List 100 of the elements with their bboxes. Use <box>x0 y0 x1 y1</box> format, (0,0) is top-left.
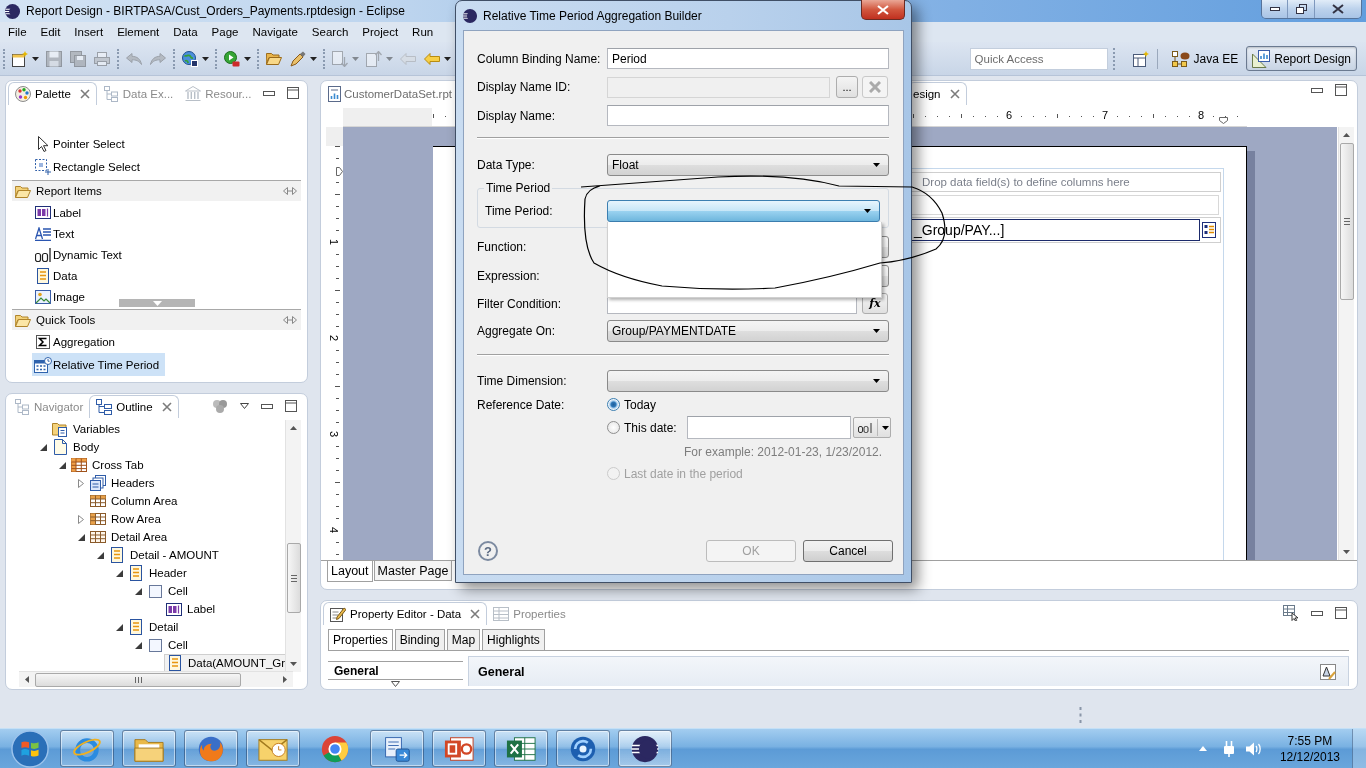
close-icon[interactable] <box>79 89 90 99</box>
calendar-clock-icon[interactable] <box>34 356 52 373</box>
up-arrow-icon[interactable] <box>1198 746 1207 751</box>
tricolor-circle-icon[interactable] <box>320 734 350 763</box>
component-icon[interactable] <box>1171 50 1190 67</box>
palette-item[interactable]: Label <box>32 202 88 223</box>
label-icon[interactable] <box>35 206 51 219</box>
close-button[interactable] <box>1315 0 1361 18</box>
view-tab[interactable]: Outline <box>89 395 179 418</box>
menu-item[interactable]: Element <box>110 23 167 41</box>
clock-date[interactable]: 12/12/2013 <box>1279 748 1340 765</box>
maximize-icon[interactable] <box>285 400 297 412</box>
dropdown[interactable] <box>607 200 880 222</box>
radio-circle-icon[interactable] <box>607 398 620 411</box>
slide-icon[interactable] <box>444 734 474 763</box>
maximize-icon[interactable] <box>1335 84 1347 96</box>
caret-icon[interactable] <box>873 163 880 167</box>
caret-icon[interactable] <box>864 209 871 213</box>
view-tab[interactable]: Properties <box>487 602 572 625</box>
pencil-icon[interactable] <box>290 50 306 67</box>
collapsed-arrow-icon[interactable] <box>78 514 84 524</box>
view-tab[interactable]: Resour... <box>179 82 258 105</box>
table-grid-icon[interactable] <box>90 513 106 525</box>
folder-icon[interactable] <box>15 184 31 198</box>
palette-item[interactable]: Relative Time Period <box>32 353 166 376</box>
caret-icon[interactable] <box>881 425 889 430</box>
window-plus-icon[interactable] <box>1132 50 1149 67</box>
minimize-icon[interactable] <box>1311 610 1323 616</box>
page-icon[interactable] <box>53 439 67 455</box>
show-desktop-button[interactable] <box>1352 729 1366 768</box>
outline-icon[interactable] <box>96 399 113 415</box>
sigma-icon[interactable] <box>36 334 50 349</box>
linked-circles-icon[interactable] <box>212 399 228 413</box>
right-arrow-icon[interactable] <box>283 676 287 683</box>
grip-icon[interactable] <box>1079 707 1082 723</box>
list-document-icon[interactable] <box>130 619 142 635</box>
dialog-button[interactable]: Cancel <box>803 540 893 562</box>
view-tab[interactable]: Palette <box>8 82 97 105</box>
property-tab[interactable]: Properties <box>328 629 393 650</box>
perspective-button[interactable]: Report Design <box>1246 46 1357 71</box>
margin-marker-icon[interactable] <box>1219 117 1228 124</box>
report-document-icon[interactable] <box>328 85 341 102</box>
menu-item[interactable]: Project <box>355 23 406 41</box>
open-folder-icon[interactable] <box>266 52 282 65</box>
expanded-arrow-icon[interactable] <box>96 551 104 559</box>
list-document-icon[interactable] <box>37 267 49 284</box>
table-grid-icon[interactable] <box>71 458 87 472</box>
table-cursor-icon[interactable] <box>1283 605 1299 621</box>
maximize-icon[interactable] <box>287 87 300 99</box>
palette-item[interactable]: Dynamic Text <box>32 244 128 265</box>
radio-circle-icon[interactable] <box>607 421 620 434</box>
scroll-thumb[interactable] <box>35 672 241 687</box>
menu-item[interactable]: Navigate <box>245 23 305 41</box>
expanded-arrow-icon[interactable] <box>134 587 142 595</box>
tree-item[interactable]: Header <box>126 564 190 582</box>
view-tab[interactable]: Property Editor - Data <box>323 602 488 625</box>
text-field[interactable] <box>607 105 889 126</box>
text-field[interactable]: Period <box>607 48 889 69</box>
folder-icon[interactable] <box>15 313 31 327</box>
close-button[interactable] <box>861 0 905 20</box>
taskbar-button[interactable] <box>556 730 610 767</box>
restore-icon[interactable] <box>1295 4 1307 14</box>
striped-sphere-icon[interactable] <box>630 734 660 763</box>
menu-item[interactable]: File <box>1 23 34 41</box>
palette-item[interactable]: Image <box>32 286 91 307</box>
clock-time[interactable]: 7:55 PM <box>1287 732 1333 749</box>
palette-icon[interactable] <box>15 86 31 102</box>
property-tab[interactable]: Binding <box>394 629 445 650</box>
collapsed-arrow-icon[interactable] <box>78 478 84 488</box>
date-field[interactable] <box>686 416 851 439</box>
stacked-pages-icon[interactable] <box>90 475 106 491</box>
new-file-icon[interactable] <box>12 50 28 67</box>
minimize-icon[interactable] <box>1311 87 1323 93</box>
list-document-icon[interactable] <box>111 547 123 563</box>
image-icon[interactable] <box>35 289 51 304</box>
tree-item[interactable]: Detail <box>126 618 182 636</box>
palette-item[interactable]: Text <box>32 223 81 244</box>
chart-ruler-icon[interactable] <box>1252 49 1271 68</box>
close-icon[interactable] <box>470 609 481 619</box>
perspective-button[interactable]: Java EE <box>1165 46 1245 71</box>
scroll-thumb[interactable] <box>286 543 301 613</box>
speaker-icon[interactable] <box>1245 741 1262 756</box>
text-cursor-icon[interactable] <box>35 247 51 262</box>
close-icon[interactable] <box>161 402 172 412</box>
view-tab[interactable]: Data Ex... <box>96 82 180 105</box>
caret-icon[interactable] <box>310 56 317 61</box>
list-document-icon[interactable] <box>130 565 142 581</box>
pencil-document-icon[interactable] <box>330 606 346 622</box>
tree-item[interactable]: Headers <box>88 474 158 492</box>
square-icon[interactable] <box>148 638 162 652</box>
folder-document-icon[interactable] <box>52 421 68 437</box>
double-arrow-icon[interactable] <box>283 316 297 324</box>
scroll-thumb[interactable] <box>1339 143 1354 300</box>
radio-button[interactable]: This date: <box>607 420 677 435</box>
palette-item[interactable]: Data <box>32 265 84 286</box>
drawer-header[interactable]: Report Items <box>12 180 301 201</box>
minimize-button[interactable] <box>1262 0 1288 18</box>
spreadsheet-icon[interactable] <box>506 734 536 763</box>
down-arrow-icon[interactable] <box>290 662 297 666</box>
category-item[interactable]: General <box>328 661 463 680</box>
